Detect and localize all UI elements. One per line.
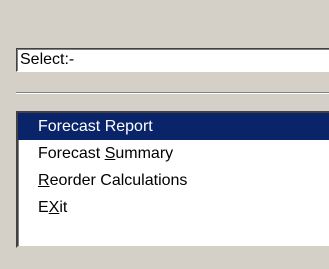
item-label: Forecast: [38, 145, 105, 162]
item-label-rest: it: [59, 199, 68, 216]
separator: [16, 92, 329, 94]
item-mnemonic: R: [38, 172, 50, 189]
item-label: E: [38, 199, 49, 216]
item-mnemonic: X: [48, 199, 60, 216]
list-item-forecast-summary[interactable]: Forecast Summary: [18, 140, 329, 167]
menu-listbox[interactable]: Forecast Report Forecast Summary Reorder…: [16, 111, 329, 248]
list-item-reorder-calculations[interactable]: Reorder Calculations: [18, 167, 329, 194]
list-item-forecast-report[interactable]: Forecast Report: [18, 113, 329, 140]
item-label: Forecast Report: [38, 118, 153, 135]
item-mnemonic: S: [104, 145, 116, 162]
menu-window: Select:- Forecast Report Forecast Summar…: [0, 0, 329, 269]
item-label-rest: ummary: [115, 145, 174, 162]
list-item-exit[interactable]: EXit: [18, 194, 329, 221]
item-label-rest: eorder Calculations: [49, 172, 188, 189]
select-field[interactable]: Select:-: [16, 48, 329, 72]
